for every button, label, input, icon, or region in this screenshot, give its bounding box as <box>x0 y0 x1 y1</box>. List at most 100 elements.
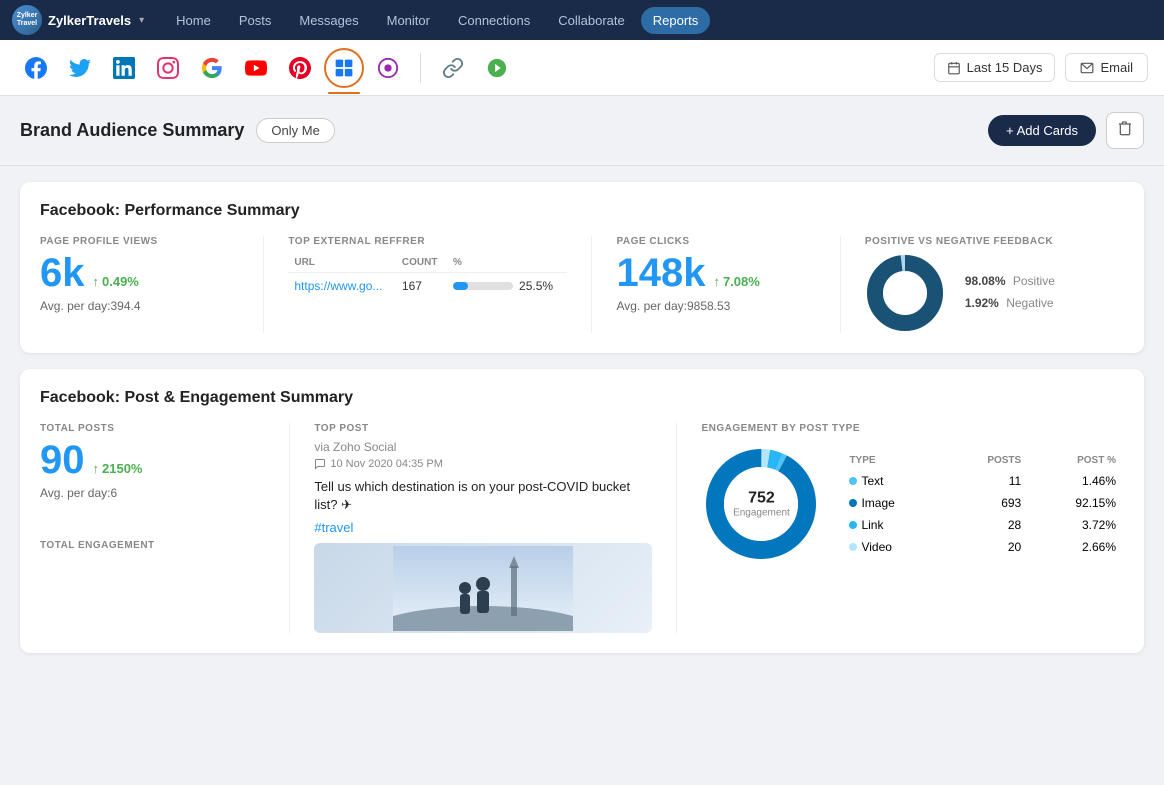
feedback-section: POSITIVE VS NEGATIVE FEEDBACK <box>865 236 1124 333</box>
eng-posts-link: 28 <box>946 515 1027 535</box>
page-header: Brand Audience Summary Only Me + Add Car… <box>0 96 1164 166</box>
nav-item-home[interactable]: Home <box>164 7 223 34</box>
engagement-total: 752 <box>733 490 790 508</box>
total-engagement-label: TOTAL ENGAGEMENT <box>40 540 265 551</box>
brand-icon: Zylker Travel <box>12 5 42 35</box>
nav-item-posts[interactable]: Posts <box>227 7 284 34</box>
post-image-svg <box>393 546 573 631</box>
referrer-label: TOP EXTERNAL REFFRER <box>288 236 567 247</box>
date-range-button[interactable]: Last 15 Days <box>934 53 1056 82</box>
total-posts-label: TOTAL POSTS <box>40 423 265 434</box>
nav-item-messages[interactable]: Messages <box>287 7 370 34</box>
referrer-url[interactable]: https://www.go... <box>294 279 382 293</box>
referrer-count: 167 <box>396 273 447 300</box>
calendar-icon <box>947 61 961 75</box>
total-posts-avg: Avg. per day:6 <box>40 486 265 500</box>
performance-grid: PAGE PROFILE VIEWS 6k ↑ 0.49% Avg. per d… <box>40 236 1124 333</box>
donut-center: 752 Engagement <box>733 490 790 519</box>
social-platform-bar: Last 15 Days Email <box>0 40 1164 96</box>
page-views-change: ↑ 0.49% <box>93 274 139 289</box>
nav-item-reports[interactable]: Reports <box>641 7 711 34</box>
engagement-by-type-label: ENGAGEMENT BY POST TYPE <box>701 423 1124 434</box>
table-row: Link 28 3.72% <box>843 515 1122 535</box>
table-row: Video 20 2.66% <box>843 537 1122 557</box>
nav-menu: Home Posts Messages Monitor Connections … <box>164 7 1152 34</box>
up-arrow-icon: ↑ <box>93 274 100 289</box>
total-posts-value: 90 <box>40 440 85 480</box>
eng-type-link: Link <box>861 518 883 532</box>
brand-logo[interactable]: Zylker Travel ZylkerTravels ▾ <box>12 5 144 35</box>
page-title: Brand Audience Summary <box>20 120 244 141</box>
top-post-label: TOP POST <box>314 423 652 434</box>
referrer-table: URL COUNT % https://www.go... 167 <box>288 253 567 299</box>
brand-chevron-icon: ▾ <box>139 15 144 26</box>
eng-pct-header: POST % <box>1029 452 1122 469</box>
feedback-labels: 98.08% Positive 1.92% Negative <box>965 271 1055 314</box>
instagram-icon-btn[interactable] <box>148 48 188 88</box>
header-actions: + Add Cards <box>988 112 1144 149</box>
feedback-content: 98.08% Positive 1.92% Negative <box>865 253 1124 333</box>
table-row: https://www.go... 167 25.5% <box>288 273 567 300</box>
delete-button[interactable] <box>1106 112 1144 149</box>
referrer-url-header: URL <box>288 253 396 273</box>
engagement-donut-chart: 752 Engagement <box>701 444 821 564</box>
table-row: Image 693 92.15% <box>843 493 1122 513</box>
nav-item-collaborate[interactable]: Collaborate <box>546 7 637 34</box>
eng-pct-image: 92.15% <box>1029 493 1122 513</box>
visibility-badge[interactable]: Only Me <box>256 118 334 143</box>
total-posts-section: TOTAL POSTS 90 ↑ 2150% Avg. per day:6 TO… <box>40 423 290 633</box>
post-engagement-grid: TOTAL POSTS 90 ↑ 2150% Avg. per day:6 TO… <box>40 423 1124 633</box>
top-post-source: via Zoho Social <box>314 440 652 454</box>
social-icon-list <box>16 48 934 88</box>
facebook-icon-btn[interactable] <box>16 48 56 88</box>
other-platform-icon-btn[interactable] <box>477 48 517 88</box>
eng-type-video: Video <box>861 540 891 554</box>
nav-item-connections[interactable]: Connections <box>446 7 542 34</box>
eng-type-text: Text <box>861 474 883 488</box>
eng-pct-text: 1.46% <box>1029 471 1122 491</box>
email-button[interactable]: Email <box>1065 53 1148 82</box>
post-engagement-card: Facebook: Post & Engagement Summary TOTA… <box>20 369 1144 653</box>
post-engagement-title: Facebook: Post & Engagement Summary <box>40 389 1124 407</box>
referrer-pct: 25.5% <box>519 279 553 293</box>
page-clicks-section: PAGE CLICKS 148k ↑ 7.08% Avg. per day:98… <box>616 236 840 333</box>
top-navigation: Zylker Travel ZylkerTravels ▾ Home Posts… <box>0 0 1164 40</box>
pinterest-icon-btn[interactable] <box>280 48 320 88</box>
twitter-icon-btn[interactable] <box>60 48 100 88</box>
table-row: Text 11 1.46% <box>843 471 1122 491</box>
main-content: Facebook: Performance Summary PAGE PROFI… <box>0 166 1164 669</box>
brand-name: ZylkerTravels <box>48 13 131 28</box>
image-dot <box>849 499 857 507</box>
engagement-center-label: Engagement <box>733 508 790 519</box>
page-profile-views-section: PAGE PROFILE VIEWS 6k ↑ 0.49% Avg. per d… <box>40 236 264 333</box>
eng-posts-video: 20 <box>946 537 1027 557</box>
eng-type-image: Image <box>861 496 894 510</box>
nav-item-monitor[interactable]: Monitor <box>375 7 442 34</box>
facebook-pages-icon-btn[interactable] <box>324 48 364 88</box>
date-range-label: Last 15 Days <box>967 60 1043 75</box>
google-icon-btn[interactable] <box>192 48 232 88</box>
linkedin-icon-btn[interactable] <box>104 48 144 88</box>
page-views-value: 6k <box>40 253 85 293</box>
negative-label: Negative <box>1006 296 1053 310</box>
engagement-table-wrapper: TYPE POSTS POST % Text 11 1.46% <box>841 450 1124 559</box>
comment-icon <box>314 458 326 470</box>
youtube-icon-btn[interactable] <box>236 48 276 88</box>
eng-posts-image: 693 <box>946 493 1027 513</box>
page-clicks-label: PAGE CLICKS <box>616 236 815 247</box>
chain-link-icon-btn[interactable] <box>433 48 473 88</box>
referrer-count-header: COUNT <box>396 253 447 273</box>
engagement-table: TYPE POSTS POST % Text 11 1.46% <box>841 450 1124 559</box>
add-cards-button[interactable]: + Add Cards <box>988 115 1096 146</box>
performance-summary-card: Facebook: Performance Summary PAGE PROFI… <box>20 182 1144 353</box>
eng-pct-video: 2.66% <box>1029 537 1122 557</box>
top-post-image <box>314 543 652 633</box>
top-post-section: TOP POST via Zoho Social 10 Nov 2020 04:… <box>314 423 677 633</box>
video-dot <box>849 543 857 551</box>
page-clicks-value: 148k <box>616 253 705 293</box>
email-label: Email <box>1100 60 1133 75</box>
eng-pct-link: 3.72% <box>1029 515 1122 535</box>
up-arrow-icon: ↑ <box>713 274 720 289</box>
extra-platform-icon-btn[interactable] <box>368 48 408 88</box>
engagement-by-type-section: ENGAGEMENT BY POST TYPE <box>701 423 1124 633</box>
